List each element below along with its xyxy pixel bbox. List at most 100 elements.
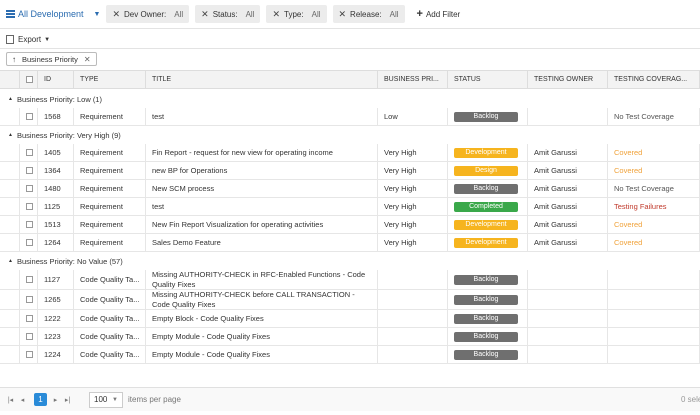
column-header[interactable]: BUSINESS PRI... <box>378 71 448 88</box>
title-link[interactable]: Missing AUTHORITY-CHECK before CALL TRAN… <box>146 290 378 309</box>
table-row[interactable]: 1513 Requirement New Fin Report Visualizat… <box>0 216 700 234</box>
table-row[interactable]: 1224 Code Quality Ta... Empty Module - Cod… <box>0 346 700 364</box>
id-cell[interactable]: 1224 <box>38 346 74 363</box>
export-button[interactable]: Export ▼ <box>6 33 50 46</box>
row-select-cell[interactable] <box>20 162 38 179</box>
column-header[interactable]: ID <box>38 71 74 88</box>
table-row[interactable]: 1125 Requirement test Very High Completed Ami… <box>0 198 700 216</box>
id-cell[interactable]: 1125 <box>38 198 74 215</box>
row-checkbox[interactable] <box>26 149 33 156</box>
title-link[interactable]: new BP for Operations <box>146 162 378 179</box>
title-link[interactable]: Missing AUTHORITY-CHECK in RFC-Enabled F… <box>146 270 378 289</box>
column-header[interactable]: TESTING COVERAG... <box>608 71 700 88</box>
id-cell[interactable]: 1222 <box>38 310 74 327</box>
filter-value: All <box>245 9 255 19</box>
table-row[interactable]: 1222 Code Quality Ta... Empty Block - Code… <box>0 310 700 328</box>
status-cell: Backlog <box>448 290 528 309</box>
row-checkbox[interactable] <box>26 296 33 303</box>
row-expander <box>0 144 20 161</box>
id-cell[interactable]: 1223 <box>38 328 74 345</box>
row-checkbox[interactable] <box>26 276 33 283</box>
next-page-icon[interactable]: ▸ <box>51 395 60 405</box>
current-page[interactable]: 1 <box>34 393 47 406</box>
filter-chip[interactable]: ✕ Status: All <box>195 5 261 23</box>
column-header[interactable]: TESTING OWNER <box>528 71 608 88</box>
title-link[interactable]: Fin Report - request for new view for op… <box>146 144 378 161</box>
collapse-triangle-icon[interactable]: ▲ <box>8 258 13 264</box>
title-link[interactable]: New Fin Report Visualization for operati… <box>146 216 378 233</box>
row-checkbox[interactable] <box>26 351 33 358</box>
table-row[interactable]: 1265 Code Quality Ta... Missing AUTHORITY-… <box>0 290 700 310</box>
group-by-chip[interactable]: ↑ Business Priority ✕ <box>6 52 97 66</box>
row-select-cell[interactable] <box>20 216 38 233</box>
filter-chip[interactable]: ✕ Dev Owner: All <box>106 5 190 23</box>
row-select-cell[interactable] <box>20 144 38 161</box>
close-icon[interactable]: ✕ <box>272 9 280 20</box>
row-select-cell[interactable] <box>20 234 38 251</box>
row-expander <box>0 290 20 309</box>
page-size-select[interactable]: 100 ▼ <box>89 391 123 408</box>
last-page-icon[interactable]: ▸| <box>63 395 72 405</box>
row-select-cell[interactable] <box>20 346 38 363</box>
title-link[interactable]: Empty Module - Code Quality Fixes <box>146 346 378 363</box>
plus-icon: + <box>416 8 423 20</box>
group-row[interactable]: ▲ Business Priority: Very High (9) <box>0 126 700 144</box>
column-header[interactable]: TYPE <box>74 71 146 88</box>
prev-page-icon[interactable]: ◂ <box>18 395 27 405</box>
row-select-cell[interactable] <box>20 310 38 327</box>
id-cell[interactable]: 1480 <box>38 180 74 197</box>
row-checkbox[interactable] <box>26 221 33 228</box>
id-cell[interactable]: 1127 <box>38 270 74 289</box>
group-row[interactable]: ▲ Business Priority: No Value (57) <box>0 252 700 270</box>
view-selector[interactable]: All Development ▼ <box>6 9 100 19</box>
row-expander <box>0 234 20 251</box>
title-link[interactable]: Empty Block - Code Quality Fixes <box>146 310 378 327</box>
group-row[interactable]: ▲ Business Priority: Low (1) <box>0 90 700 108</box>
row-select-cell[interactable] <box>20 290 38 309</box>
row-select-cell[interactable] <box>20 108 38 125</box>
title-link[interactable]: New SCM process <box>146 180 378 197</box>
row-checkbox[interactable] <box>26 167 33 174</box>
filter-chip[interactable]: ✕ Type: All <box>266 5 327 23</box>
id-cell[interactable]: 1405 <box>38 144 74 161</box>
table-row[interactable]: 1223 Code Quality Ta... Empty Module - Cod… <box>0 328 700 346</box>
row-select-cell[interactable] <box>20 198 38 215</box>
column-header[interactable]: STATUS <box>448 71 528 88</box>
row-checkbox[interactable] <box>26 113 33 120</box>
id-cell[interactable]: 1568 <box>38 108 74 125</box>
table-row[interactable]: 1568 Requirement test Low Backlog No Test Cov… <box>0 108 700 126</box>
title-link[interactable]: test <box>146 198 378 215</box>
filter-chip[interactable]: ✕ Release: All <box>332 5 405 23</box>
id-cell[interactable]: 1265 <box>38 290 74 309</box>
id-cell[interactable]: 1513 <box>38 216 74 233</box>
title-link[interactable]: Empty Module - Code Quality Fixes <box>146 328 378 345</box>
close-icon[interactable]: ✕ <box>112 9 120 20</box>
close-icon[interactable]: ✕ <box>339 9 347 20</box>
table-row[interactable]: 1127 Code Quality Ta... Missing AUTHORITY-… <box>0 270 700 290</box>
id-cell[interactable]: 1364 <box>38 162 74 179</box>
row-checkbox[interactable] <box>26 333 33 340</box>
row-checkbox[interactable] <box>26 239 33 246</box>
row-select-cell[interactable] <box>20 180 38 197</box>
table-row[interactable]: 1480 Requirement New SCM process Very High B… <box>0 180 700 198</box>
collapse-triangle-icon[interactable]: ▲ <box>8 132 13 138</box>
table-row[interactable]: 1264 Requirement Sales Demo Feature Very Hi… <box>0 234 700 252</box>
title-link[interactable]: test <box>146 108 378 125</box>
title-link[interactable]: Sales Demo Feature <box>146 234 378 251</box>
column-header[interactable]: TITLE <box>146 71 378 88</box>
id-cell[interactable]: 1264 <box>38 234 74 251</box>
add-filter-button[interactable]: + Add Filter <box>417 8 461 20</box>
table-row[interactable]: 1364 Requirement new BP for Operations Very… <box>0 162 700 180</box>
type-cell: Code Quality Ta... <box>74 328 146 345</box>
row-checkbox[interactable] <box>26 315 33 322</box>
close-icon[interactable]: ✕ <box>201 9 209 20</box>
select-all-checkbox[interactable] <box>26 76 33 83</box>
first-page-icon[interactable]: |◂ <box>6 395 15 405</box>
row-select-cell[interactable] <box>20 270 38 289</box>
row-checkbox[interactable] <box>26 203 33 210</box>
remove-icon[interactable]: ✕ <box>84 55 91 64</box>
collapse-triangle-icon[interactable]: ▲ <box>8 96 13 102</box>
row-select-cell[interactable] <box>20 328 38 345</box>
row-checkbox[interactable] <box>26 185 33 192</box>
table-row[interactable]: 1405 Requirement Fin Report - request for … <box>0 144 700 162</box>
